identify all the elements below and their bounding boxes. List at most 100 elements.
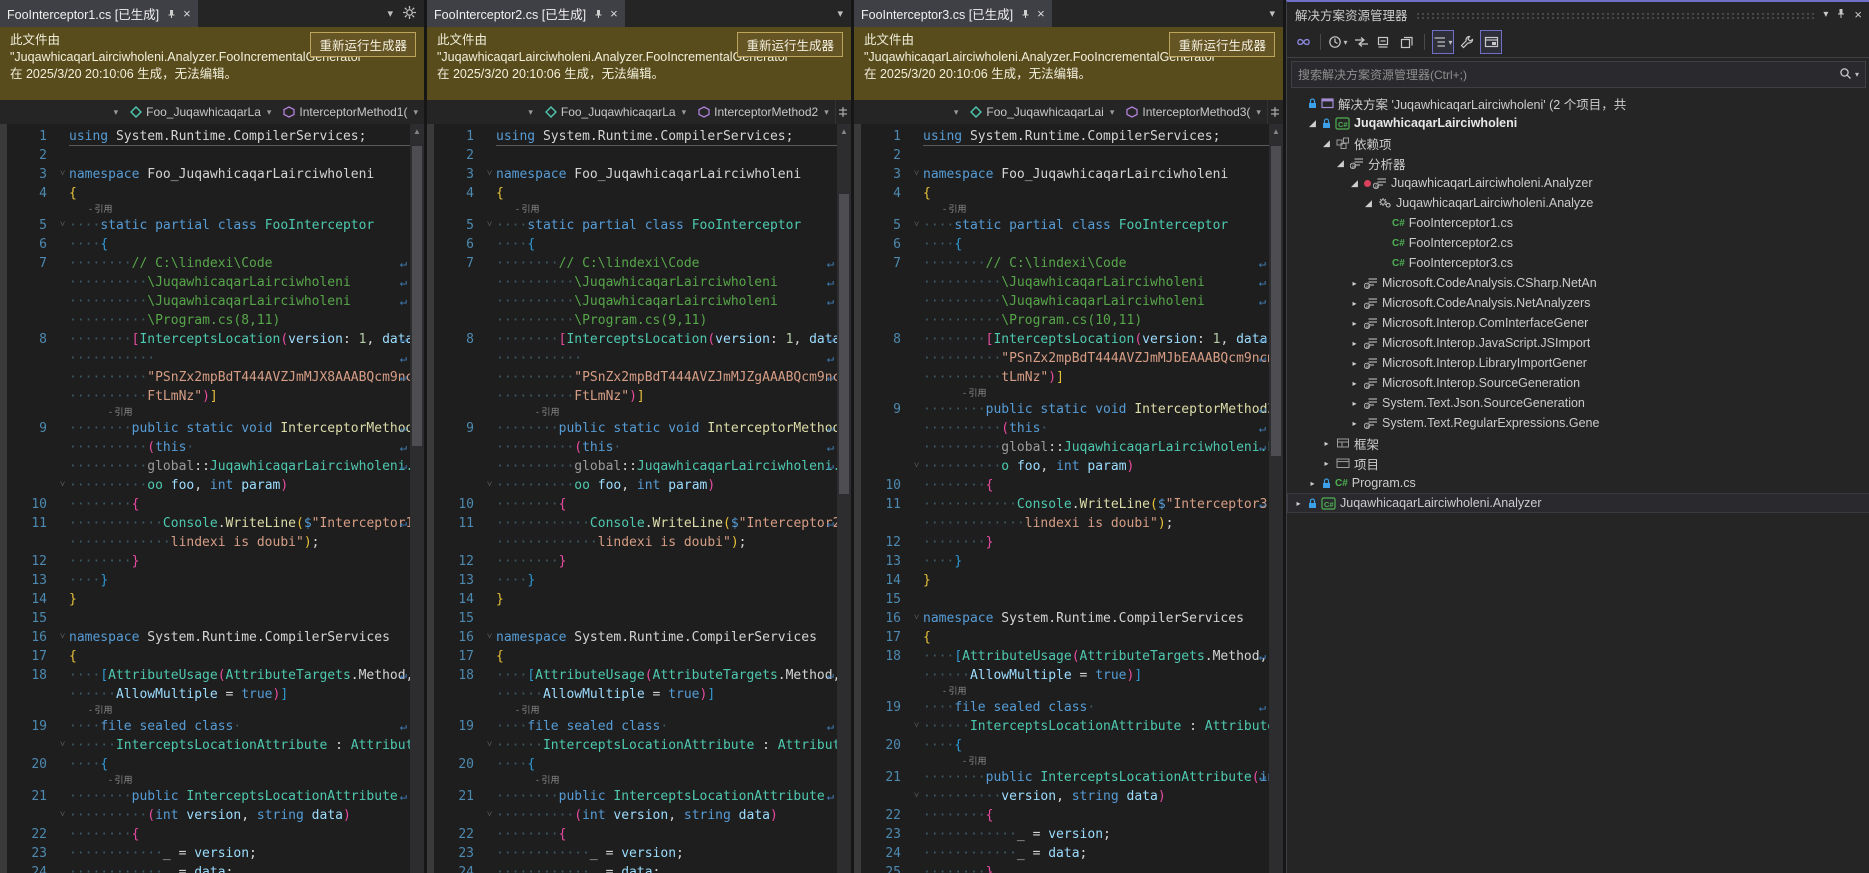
- expander-closed-icon[interactable]: ▸: [1321, 459, 1332, 468]
- editor-margin: [427, 124, 434, 873]
- member-dropdown[interactable]: InterceptorMethod3(▾: [1120, 100, 1267, 124]
- chevron-down-icon[interactable]: ▾: [837, 7, 843, 20]
- chevron-down-icon[interactable]: ▾: [1269, 7, 1275, 20]
- tree-item[interactable]: ▸aMicrosoft.Interop.JavaScript.JSImport: [1287, 333, 1869, 353]
- tree-item[interactable]: ▸aSystem.Text.RegularExpressions.Gene: [1287, 413, 1869, 433]
- pending-changes-filter-icon[interactable]: ▾: [1328, 31, 1348, 53]
- tree-item[interactable]: ▸项目: [1287, 453, 1869, 473]
- type-dropdown[interactable]: Foo_JuqawhicaqarLa▾: [124, 100, 277, 124]
- tree-item[interactable]: ▸框架: [1287, 433, 1869, 453]
- solution-explorer-title-bar[interactable]: 解决方案资源管理器 ▾ ×: [1287, 2, 1869, 27]
- member-dropdown[interactable]: InterceptorMethod2▾: [692, 100, 835, 124]
- project-dropdown[interactable]: ▾: [427, 100, 539, 124]
- scrollbar-thumb[interactable]: [412, 146, 422, 446]
- tab-fooInterceptor2[interactable]: FooInterceptor2.cs [已生成] ×: [427, 0, 625, 27]
- vertical-scrollbar[interactable]: ▲: [410, 124, 424, 873]
- code-line: 23············_ = version;: [861, 825, 1269, 844]
- tree-item[interactable]: 解决方案 'JuqawhicaqarLairciwholeni' (2 个项目，…: [1287, 93, 1869, 113]
- pin-icon[interactable]: [1836, 8, 1846, 22]
- tree-item[interactable]: ◢依赖项: [1287, 133, 1869, 153]
- vertical-scrollbar[interactable]: ▲: [837, 124, 851, 873]
- scroll-up-arrow-icon[interactable]: ▲: [837, 124, 851, 136]
- code-line: ··········\JuqawhicaqarLairciwholeni↵: [861, 273, 1269, 292]
- tree-item[interactable]: ▸C#Program.cs: [1287, 473, 1869, 493]
- expander-closed-icon[interactable]: ▸: [1349, 379, 1360, 388]
- tree-item[interactable]: ▸aMicrosoft.CodeAnalysis.CSharp.NetAn: [1287, 273, 1869, 293]
- scrollbar-thumb[interactable]: [839, 194, 849, 494]
- expander-closed-icon[interactable]: ▸: [1321, 439, 1332, 448]
- search-input[interactable]: 搜索解决方案资源管理器(Ctrl+;) ▾: [1291, 61, 1866, 88]
- expander-closed-icon[interactable]: ▸: [1349, 319, 1360, 328]
- lock-icon: [1308, 98, 1317, 109]
- expander-open-icon[interactable]: ◢: [1349, 178, 1360, 189]
- vertical-scrollbar[interactable]: ▲: [1269, 124, 1283, 873]
- close-icon[interactable]: ×: [183, 7, 191, 20]
- expander-closed-icon[interactable]: ▸: [1349, 279, 1360, 288]
- rerun-generator-button[interactable]: 重新运行生成器: [737, 32, 843, 57]
- type-dropdown[interactable]: Foo_JuqawhicaqarLa▾: [539, 100, 692, 124]
- scroll-up-arrow-icon[interactable]: ▲: [1269, 124, 1283, 136]
- expander-closed-icon[interactable]: ▸: [1349, 359, 1360, 368]
- expander-open-icon[interactable]: ◢: [1363, 198, 1374, 209]
- tab-fooInterceptor1[interactable]: FooInterceptor1.cs [已生成] ×: [0, 0, 198, 27]
- rerun-generator-button[interactable]: 重新运行生成器: [310, 32, 416, 57]
- type-dropdown[interactable]: Foo_JuqawhicaqarLai▾: [964, 100, 1120, 124]
- tree-item[interactable]: ▸aMicrosoft.Interop.SourceGeneration: [1287, 373, 1869, 393]
- code-editor[interactable]: 1using System.Runtime.CompilerServices;2…: [0, 124, 424, 873]
- expander-closed-icon[interactable]: ▸: [1349, 419, 1360, 428]
- tree-item[interactable]: ◢C#JuqawhicaqarLairciwholeni: [1287, 113, 1869, 133]
- tree-item[interactable]: ◢a分析器: [1287, 153, 1869, 173]
- close-icon[interactable]: ×: [610, 7, 618, 20]
- scroll-up-arrow-icon[interactable]: ▲: [410, 124, 424, 136]
- tab-label: FooInterceptor1.cs [已生成]: [7, 4, 159, 23]
- file-nesting-icon[interactable]: ▾: [1432, 30, 1454, 54]
- tree-item[interactable]: C#FooInterceptor3.cs: [1287, 253, 1869, 273]
- project-dropdown[interactable]: ▾: [0, 100, 124, 124]
- codelens-row: - 引用: [861, 685, 1269, 698]
- tree-item[interactable]: ◢aJuqawhicaqarLairciwholeni.Analyzer: [1287, 173, 1869, 193]
- expander-closed-icon[interactable]: ▸: [1349, 339, 1360, 348]
- expander-open-icon[interactable]: ◢: [1307, 118, 1318, 129]
- scrollbar-thumb[interactable]: [1271, 146, 1281, 456]
- preview-selected-items-icon[interactable]: [1480, 30, 1502, 54]
- show-all-files-icon[interactable]: [1397, 31, 1417, 53]
- search-icon[interactable]: [1839, 67, 1852, 83]
- project-dropdown[interactable]: ▾: [854, 100, 964, 124]
- tree-item[interactable]: ▸aMicrosoft.Interop.LibraryImportGener: [1287, 353, 1869, 373]
- expander-open-icon[interactable]: ◢: [1321, 138, 1332, 149]
- gear-icon[interactable]: [403, 6, 416, 22]
- pin-icon[interactable]: [1020, 9, 1030, 19]
- tree-item[interactable]: ◢JuqawhicaqarLairciwholeni.Analyze: [1287, 193, 1869, 213]
- close-icon[interactable]: ×: [1037, 7, 1045, 20]
- sync-with-active-document-icon[interactable]: [1351, 31, 1371, 53]
- chevron-down-icon[interactable]: ▾: [1855, 70, 1859, 79]
- switch-views-icon[interactable]: [1293, 31, 1313, 53]
- expander-closed-icon[interactable]: ▸: [1349, 399, 1360, 408]
- expander-closed-icon[interactable]: ▸: [1307, 479, 1318, 488]
- tree-item[interactable]: ▸aSystem.Text.Json.SourceGeneration: [1287, 393, 1869, 413]
- codelens-row: - 引用: [861, 755, 1269, 768]
- tree-item[interactable]: C#FooInterceptor1.cs: [1287, 213, 1869, 233]
- code-editor[interactable]: 1using System.Runtime.CompilerServices;2…: [854, 124, 1283, 873]
- collapse-all-icon[interactable]: [1374, 31, 1394, 53]
- rerun-generator-button[interactable]: 重新运行生成器: [1169, 32, 1275, 57]
- split-editor-handle-icon[interactable]: [835, 100, 851, 124]
- code-editor[interactable]: 1using System.Runtime.CompilerServices;2…: [427, 124, 851, 873]
- tree-item[interactable]: C#FooInterceptor2.cs: [1287, 233, 1869, 253]
- pin-icon[interactable]: [166, 9, 176, 19]
- tree-item[interactable]: ▸aMicrosoft.Interop.ComInterfaceGener: [1287, 313, 1869, 333]
- tree-item[interactable]: ▸aMicrosoft.CodeAnalysis.NetAnalyzers: [1287, 293, 1869, 313]
- expander-open-icon[interactable]: ◢: [1335, 158, 1346, 169]
- split-editor-handle-icon[interactable]: [1267, 100, 1283, 124]
- chevron-down-icon[interactable]: ▾: [1823, 9, 1828, 20]
- drag-grip[interactable]: [1416, 12, 1816, 20]
- tab-fooInterceptor3[interactable]: FooInterceptor3.cs [已生成] ×: [854, 0, 1052, 27]
- tree-item[interactable]: ▸C#JuqawhicaqarLairciwholeni.Analyzer: [1287, 493, 1869, 513]
- properties-wrench-icon[interactable]: [1457, 31, 1477, 53]
- expander-closed-icon[interactable]: ▸: [1349, 299, 1360, 308]
- expander-closed-icon[interactable]: ▸: [1293, 499, 1304, 508]
- pin-icon[interactable]: [593, 9, 603, 19]
- member-dropdown[interactable]: InterceptorMethod1(▾: [277, 100, 424, 124]
- chevron-down-icon[interactable]: ▾: [387, 7, 393, 20]
- close-icon[interactable]: ×: [1854, 7, 1862, 22]
